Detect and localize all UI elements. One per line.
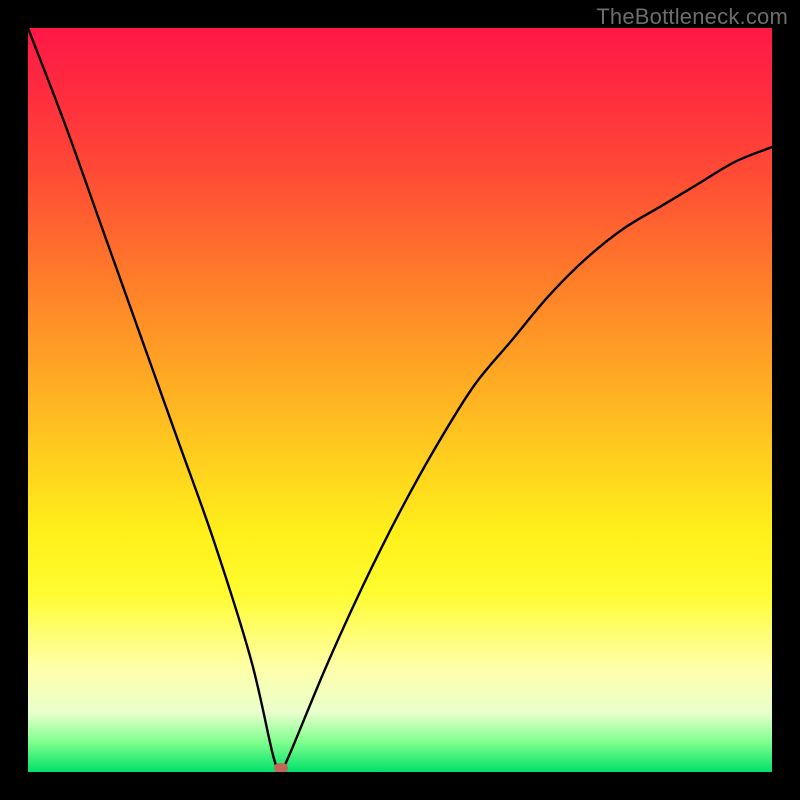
optimal-point-marker [274,763,288,772]
plot-area [28,28,772,772]
watermark-text: TheBottleneck.com [596,4,788,30]
chart-frame: TheBottleneck.com [0,0,800,800]
bottleneck-curve [28,28,772,772]
